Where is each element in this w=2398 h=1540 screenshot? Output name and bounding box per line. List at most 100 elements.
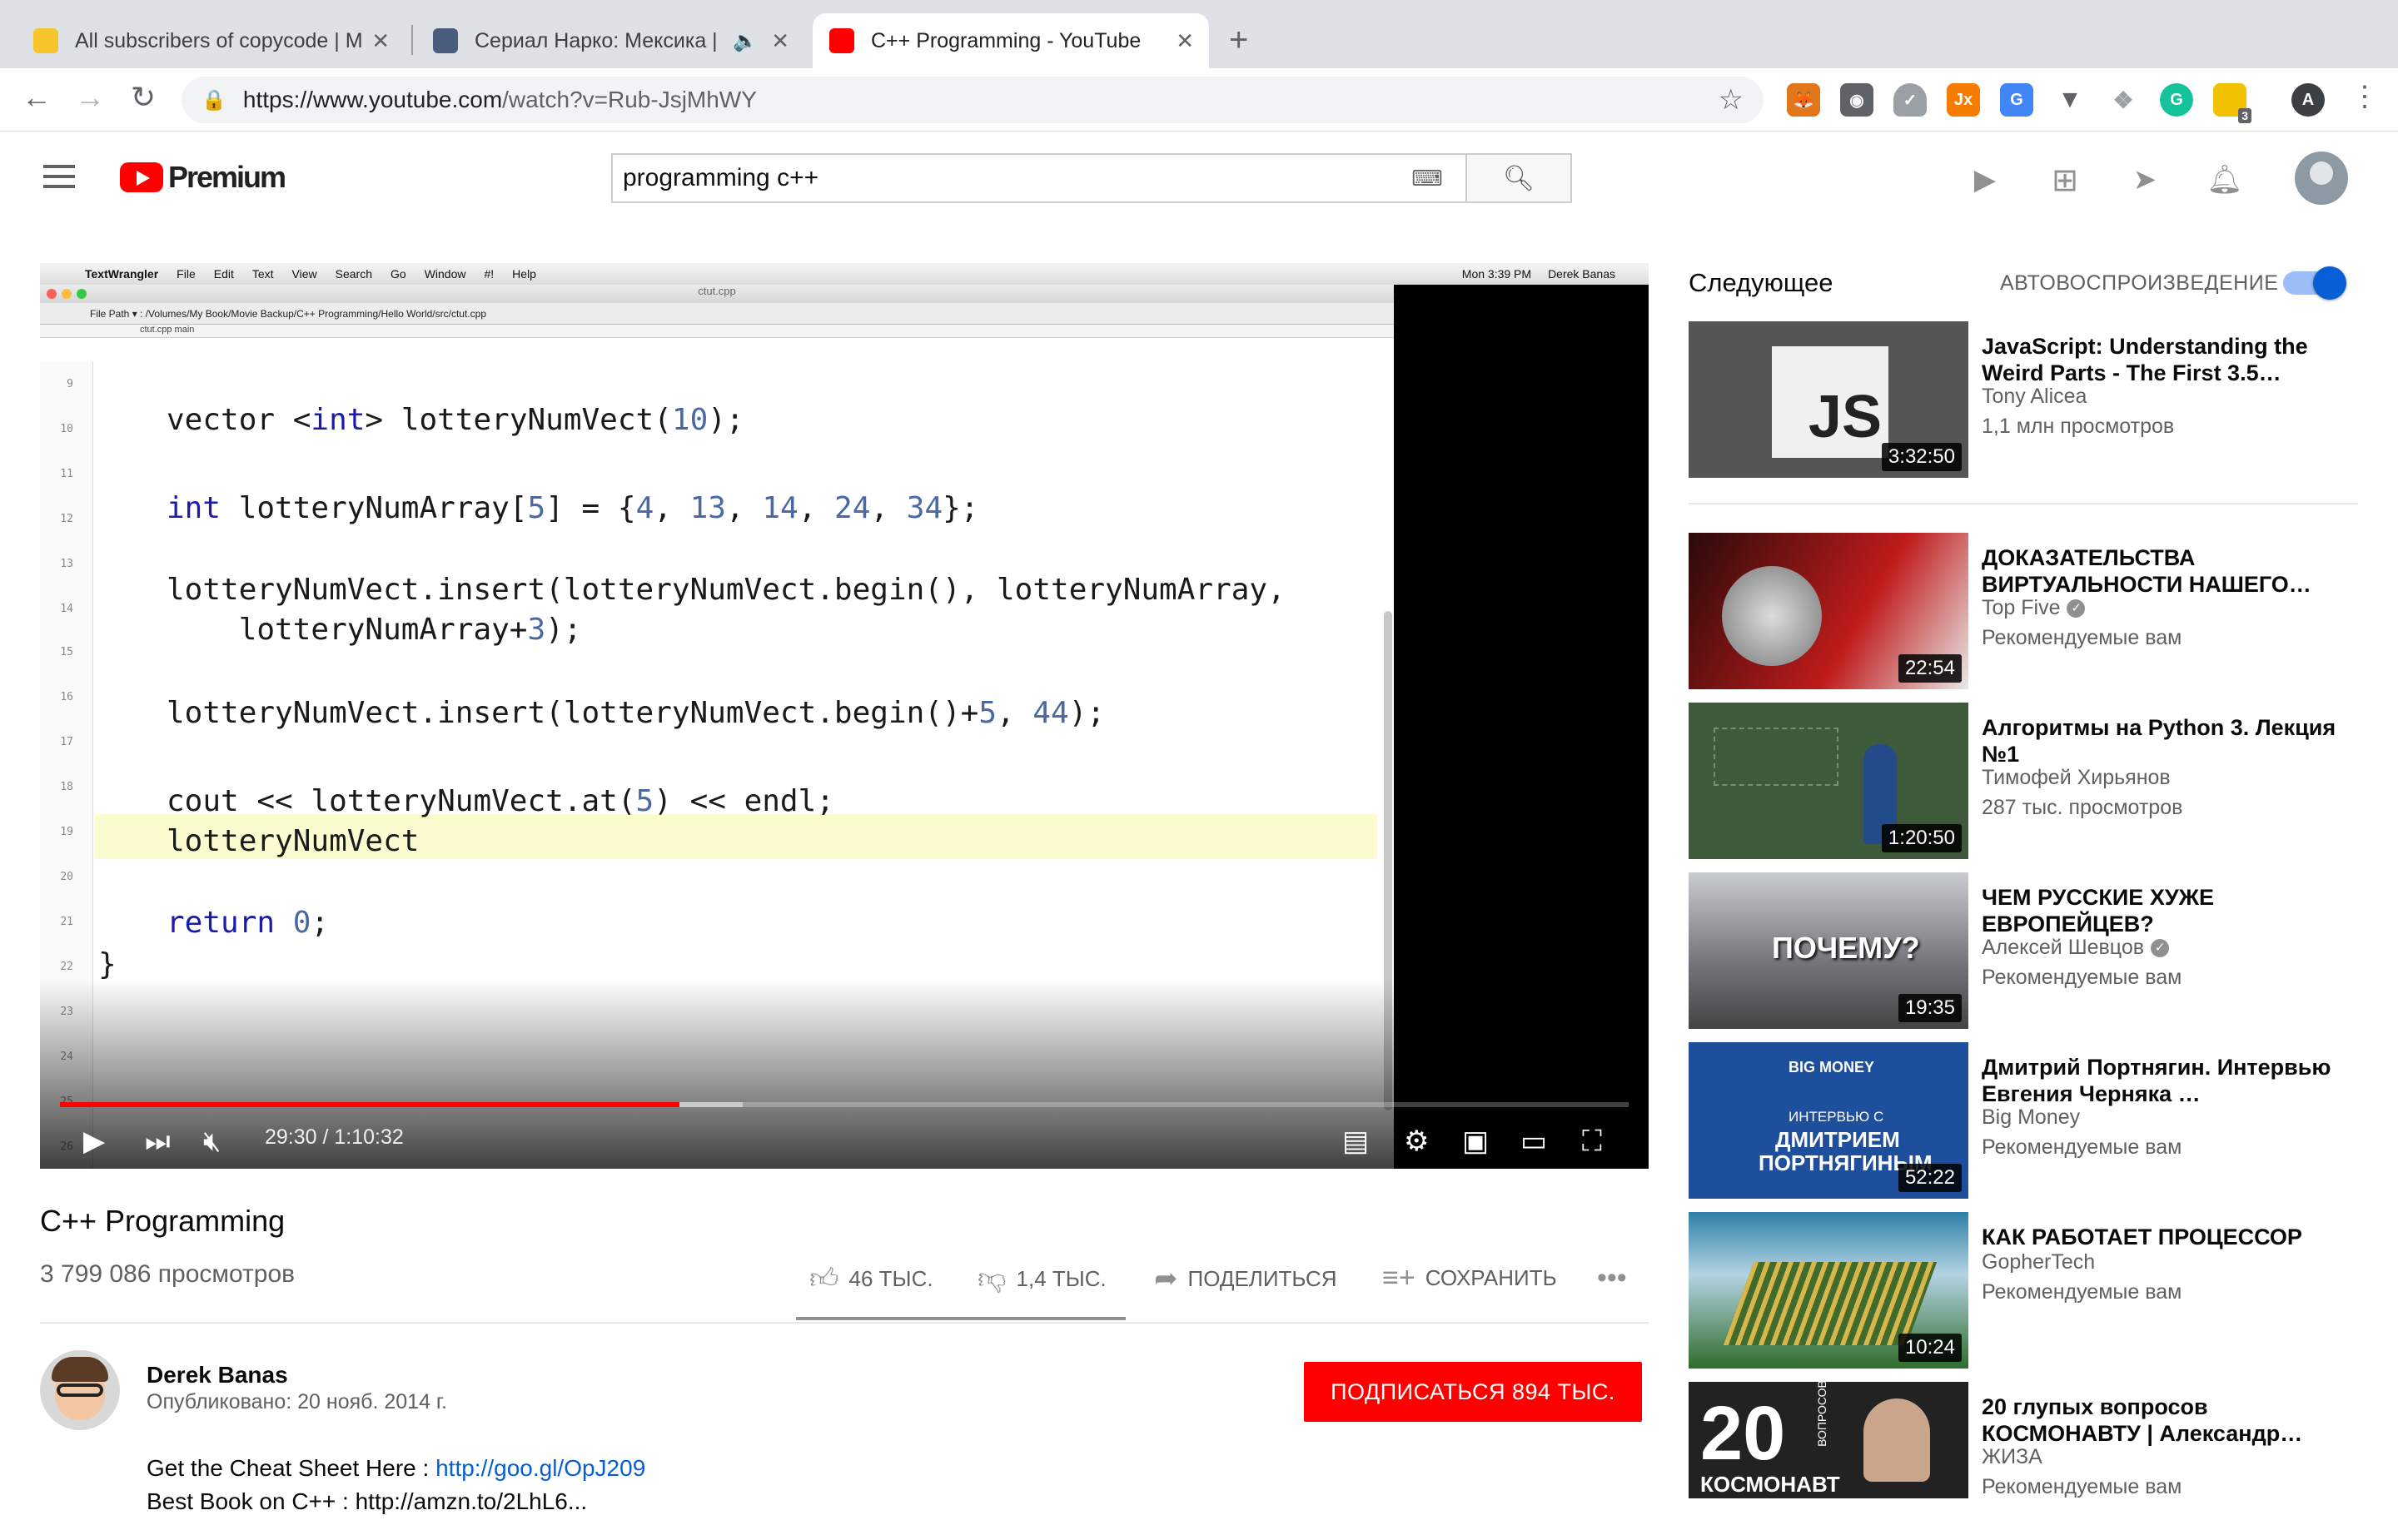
jx-extension-icon[interactable]: Jx (1947, 83, 1980, 117)
autoplay-toggle[interactable] (2283, 266, 2346, 300)
create-video-icon[interactable]: ▶︎ (1968, 163, 2002, 196)
video-thumbnail[interactable]: 22:54 (1689, 533, 1968, 689)
mute-icon[interactable]: 🔇︎ (203, 1120, 221, 1162)
close-icon[interactable]: ✕ (1176, 28, 1194, 54)
like-button[interactable]: 👍︎ 46 ТЫС. (809, 1262, 933, 1296)
save-button[interactable]: ≡+ СОХРАНИТЬ (1382, 1262, 1557, 1294)
logo-premium-text: Premium (168, 160, 286, 194)
play-button[interactable]: ▶ (83, 1120, 105, 1162)
extension-badge-icon[interactable]: 3 (2213, 83, 2251, 123)
recommended-video[interactable]: BIG MONEY ИНТЕРВЬЮ С ДМИТРИЕМ ПОРТНЯГИНЫ… (1689, 1042, 2380, 1200)
recommended-video[interactable]: 1:20:50 Алгоритмы на Python 3. Лекция №1… (1689, 703, 2380, 861)
line-number: 12 (60, 513, 73, 525)
metamask-icon[interactable]: 🦊 (1787, 83, 1820, 117)
video-thumbnail[interactable]: 1:20:50 (1689, 703, 1968, 859)
tab-youtube-active[interactable]: C++ Programming - YouTube ✕ (813, 13, 1209, 68)
shield-icon[interactable]: ✓ (1893, 83, 1927, 117)
search-button[interactable]: 🔍︎ (1465, 155, 1570, 201)
translate-icon[interactable]: G (2000, 83, 2033, 117)
video-thumbnail[interactable]: 10:24 (1689, 1212, 1968, 1369)
address-bar[interactable]: 🔒 https://www.youtube.com/watch?v=Rub-Js… (182, 77, 1764, 123)
keyboard-icon[interactable]: ⌨ (1409, 155, 1445, 201)
dropbox-icon[interactable]: ❖ (2107, 83, 2140, 117)
thumbnail-text: КОСМОНАВТ (1700, 1472, 1840, 1497)
search-icon: 🔍︎ (1502, 164, 1535, 192)
forward-button[interactable]: → (72, 80, 108, 115)
code-line: lotteryNumArray+3); (167, 613, 582, 647)
dislike-button[interactable]: 👎︎ 1,4 ТЫС. (978, 1262, 1107, 1296)
vpn-icon[interactable]: ▼ (2053, 83, 2087, 117)
tab-narco[interactable]: Сериал Нарко: Мексика | 🔈 ✕ (416, 13, 804, 68)
reload-button[interactable]: ↻ (125, 80, 162, 115)
save-label: СОХРАНИТЬ (1425, 1265, 1557, 1290)
thumbnail-text: ПОЧЕМУ? (1772, 931, 1920, 965)
hamburger-menu-icon[interactable] (43, 165, 75, 195)
video-thumbnail[interactable]: JS 3:32:50 (1689, 321, 1968, 478)
channel-avatar[interactable] (40, 1350, 120, 1430)
bookmark-star-icon[interactable]: ☆ (1719, 83, 1744, 117)
channel-line: Top Five ✓ (1982, 593, 2086, 623)
share-button[interactable]: ➦ ПОДЕЛИТЬСЯ (1154, 1262, 1336, 1295)
recommended-video[interactable]: 10:24 КАК РАБОТАЕТ ПРОЦЕССОР GopherTech … (1689, 1212, 2380, 1370)
recommended-video[interactable]: JS 3:32:50 JavaScript: Understanding the… (1689, 321, 2380, 479)
theater-mode-icon[interactable]: ▭ (1520, 1120, 1547, 1162)
youtube-logo[interactable]: Premium (120, 160, 286, 195)
video-title: JavaScript: Understanding the Weird Part… (1982, 334, 2308, 385)
more-horiz-icon: ••• (1597, 1262, 1627, 1294)
progress-bar[interactable] (60, 1102, 1629, 1107)
more-actions-button[interactable]: ••• (1597, 1262, 1627, 1294)
menubar-item: Go (391, 267, 406, 281)
profile-avatar[interactable]: A (2291, 83, 2325, 117)
fullscreen-icon[interactable]: ⛶ (1582, 1120, 1602, 1162)
lock-icon: 🔒 (201, 88, 226, 112)
like-count: 46 ТЫС. (848, 1266, 933, 1291)
apps-grid-icon[interactable]: ⊞ (2048, 163, 2082, 198)
line-number: 14 (60, 603, 73, 615)
tab-copycode[interactable]: All subscribers of copycode | M ✕ (17, 13, 405, 68)
publish-date: Опубликовано: 20 нояб. 2014 г. (147, 1390, 447, 1413)
grammarly-icon[interactable]: G (2160, 83, 2193, 117)
notifications-bell-icon[interactable]: 🔔︎ (2206, 163, 2242, 196)
video-thumbnail[interactable]: BIG MONEY ИНТЕРВЬЮ С ДМИТРИЕМ ПОРТНЯГИНЫ… (1689, 1042, 1968, 1199)
dislike-count: 1,4 ТЫС. (1016, 1266, 1107, 1291)
video-meta: Рекомендуемые вам (1982, 1135, 2182, 1159)
play-favicon (433, 28, 458, 53)
close-icon[interactable]: ✕ (371, 28, 390, 54)
search-input[interactable] (613, 155, 1409, 201)
subscribe-button[interactable]: ПОДПИСАТЬСЯ 894 ТЫС. (1304, 1362, 1642, 1422)
cheat-sheet-link[interactable]: http://goo.gl/OpJ209 (435, 1455, 645, 1481)
channel-name: Тимофей Хирьянов (1982, 766, 2171, 789)
editor-titlebar: ctut.cpp (40, 285, 1394, 303)
next-button[interactable]: ⏭ (145, 1120, 171, 1162)
video-thumbnail[interactable]: ПОЧЕМУ? 19:35 (1689, 872, 1968, 1029)
recommended-video[interactable]: 20 ВОПРОСОВ КОСМОНАВТ 20 глупых вопросов… (1689, 1382, 2380, 1540)
thumbnail-text: ИНТЕРВЬЮ С (1789, 1109, 1884, 1125)
video-thumbnail[interactable]: 20 ВОПРОСОВ КОСМОНАВТ (1689, 1382, 1968, 1498)
close-icon[interactable]: ✕ (771, 28, 789, 54)
channel-name[interactable]: Derek Banas (147, 1362, 288, 1388)
line-number: 21 (60, 916, 73, 928)
lightbulb-icon[interactable]: ◉ (1840, 83, 1873, 117)
editor-path: File Path ▾ : /Volumes/My Book/Movie Bac… (40, 303, 1394, 325)
new-tab-button[interactable]: + (1229, 22, 1248, 59)
back-button[interactable]: ← (18, 80, 55, 115)
recommended-video[interactable]: ПОЧЕМУ? 19:35 ЧЕМ РУССКИЕ ХУЖЕ ЕВРОПЕЙЦЕ… (1689, 872, 2380, 1031)
channel-name: Big Money (1982, 1105, 2081, 1129)
video-meta: 287 тыс. просмотров (1982, 796, 2183, 819)
subtitles-icon[interactable]: ▤ (1342, 1120, 1369, 1162)
account-avatar[interactable] (2295, 152, 2348, 205)
browser-menu-icon[interactable]: ⋮ (2346, 80, 2383, 113)
video-duration: 1:20:50 (1881, 824, 1962, 852)
copycode-icon (33, 28, 58, 53)
speaker-icon[interactable]: 🔈 (733, 29, 758, 53)
thumbnail-text: BIG MONEY (1789, 1059, 1875, 1076)
recommended-video[interactable]: 22:54 ДОКАЗАТЕЛЬСТВА ВИРТУАЛЬНОСТИ НАШЕГ… (1689, 533, 2380, 691)
settings-gear-icon[interactable]: ⚙ (1404, 1120, 1429, 1162)
miniplayer-icon[interactable]: ▣ (1462, 1120, 1489, 1162)
video-player[interactable]: TextWrangler File Edit Text View Search … (40, 263, 1649, 1169)
messages-icon[interactable]: ➤ (2128, 163, 2162, 196)
playlist-add-icon: ≡+ (1382, 1262, 1415, 1294)
menubar-item: Search (335, 267, 372, 281)
view-count: 3 799 086 просмотров (40, 1260, 296, 1288)
url-domain: https://www.youtube.com (242, 87, 503, 112)
